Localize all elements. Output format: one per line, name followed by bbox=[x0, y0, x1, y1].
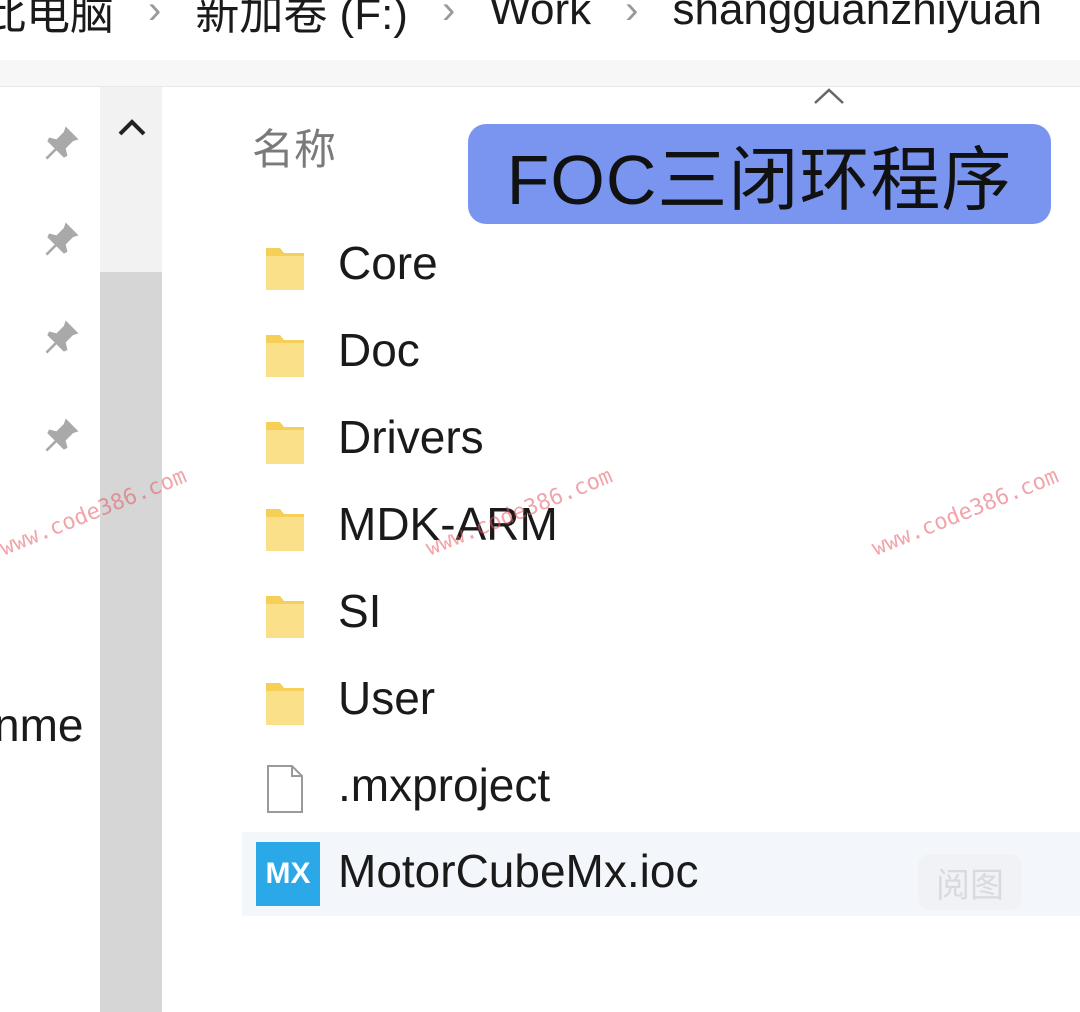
file-name: Doc bbox=[338, 324, 420, 376]
breadcrumb-separator[interactable]: › bbox=[442, 0, 455, 33]
file-name: .mxproject bbox=[338, 759, 551, 811]
nav-item-label[interactable]: nme bbox=[0, 698, 83, 752]
pin-icon[interactable] bbox=[40, 121, 84, 165]
breadcrumb-separator[interactable]: › bbox=[148, 0, 161, 33]
toolbar-divider bbox=[0, 60, 1080, 87]
breadcrumb-item-this-pc[interactable]: 此电脑 bbox=[0, 0, 114, 42]
view-image-button[interactable]: 阅图 bbox=[918, 854, 1022, 910]
file-name: Core bbox=[338, 237, 438, 289]
folder-icon bbox=[266, 248, 304, 290]
column-header-name[interactable]: 名称 bbox=[252, 116, 336, 177]
file-name: User bbox=[338, 672, 436, 724]
scroll-up-arrow-icon[interactable] bbox=[112, 108, 152, 148]
list-item-folder[interactable]: Core bbox=[242, 224, 1080, 308]
folder-icon bbox=[266, 422, 304, 464]
pin-icon[interactable] bbox=[40, 413, 84, 457]
sort-ascending-icon[interactable] bbox=[812, 86, 846, 106]
list-item-file-selected[interactable]: MX MotorCubeMx.ioc 阅图 bbox=[242, 832, 1080, 916]
list-item-folder[interactable]: User bbox=[242, 659, 1080, 743]
file-name: Drivers bbox=[338, 411, 484, 463]
folder-icon bbox=[266, 509, 304, 551]
breadcrumb-item-drive[interactable]: 新加卷 (F:) bbox=[195, 0, 408, 42]
address-bar[interactable]: 此电脑 › 新加卷 (F:) › Work › shangguanzhiyuan bbox=[0, 0, 1080, 61]
document-icon bbox=[267, 765, 303, 813]
breadcrumb-separator[interactable]: › bbox=[625, 0, 638, 33]
pin-icon[interactable] bbox=[40, 315, 84, 359]
folder-icon bbox=[266, 335, 304, 377]
list-item-folder[interactable]: Drivers bbox=[242, 398, 1080, 482]
pin-icon[interactable] bbox=[40, 217, 84, 261]
file-name: MotorCubeMx.ioc bbox=[338, 845, 699, 897]
folder-icon bbox=[266, 596, 304, 638]
breadcrumb-item-folder[interactable]: shangguanzhiyuan bbox=[672, 0, 1041, 35]
breadcrumb-item-work[interactable]: Work bbox=[489, 0, 591, 35]
nav-scrollbar-thumb[interactable] bbox=[100, 272, 162, 1012]
folder-icon bbox=[266, 683, 304, 725]
list-item-folder[interactable]: Doc bbox=[242, 311, 1080, 395]
list-item-file[interactable]: .mxproject bbox=[242, 746, 1080, 830]
list-item-folder[interactable]: SI bbox=[242, 572, 1080, 656]
overlay-title-banner: FOC三闭环程序 bbox=[468, 124, 1051, 224]
file-name: SI bbox=[338, 585, 382, 637]
cubemx-icon: MX bbox=[256, 842, 320, 906]
